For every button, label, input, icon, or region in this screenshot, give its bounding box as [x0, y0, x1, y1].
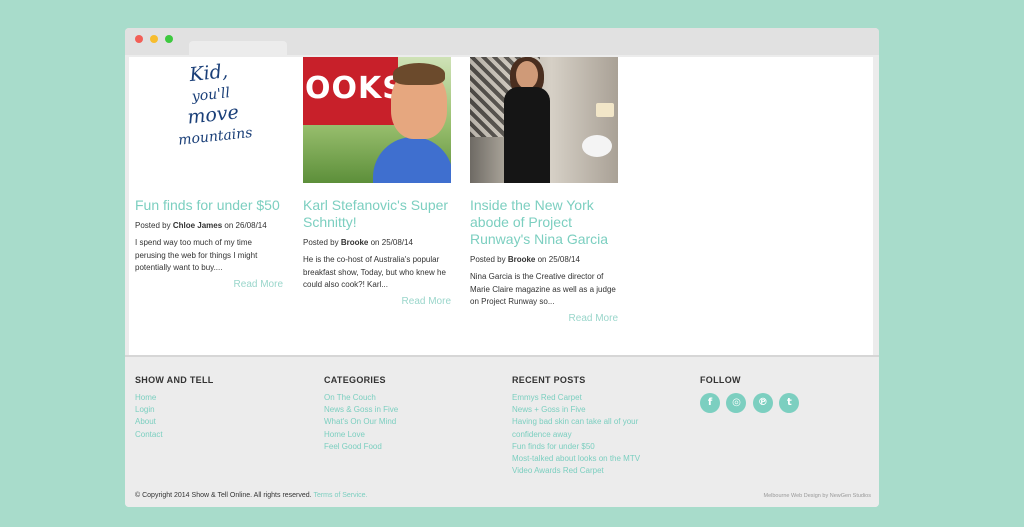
read-more-link[interactable]: Read More: [135, 279, 283, 290]
posted-by-label: Posted by: [135, 221, 171, 230]
footer-heading: SHOW AND TELL: [135, 375, 214, 385]
post-author: Brooke: [507, 255, 536, 264]
thumbnail-figure-body: [504, 87, 550, 183]
date-prefix: on: [224, 221, 234, 230]
category-link[interactable]: Feel Good Food: [324, 441, 398, 453]
footer-column-show-and-tell: SHOW AND TELL Home Login About Contact: [135, 375, 214, 441]
post-date: 26/08/14: [235, 221, 267, 230]
post-thumbnail-banner: OOKS: [303, 57, 404, 125]
post-card: Kid, you'll move mountains Fun finds for un…: [135, 57, 285, 290]
close-window-button[interactable]: [135, 35, 143, 43]
category-link[interactable]: What's On Our Mind: [324, 416, 398, 428]
date-prefix: on: [537, 255, 547, 264]
copyright-label: © Copyright 2014 Show & Tell Online. All…: [135, 492, 312, 499]
recent-post-link[interactable]: Most-talked about looks on the MTV: [512, 453, 640, 465]
footer-column-categories: CATEGORIES On The Couch News & Goss in F…: [324, 375, 398, 453]
category-link[interactable]: Home Love: [324, 429, 398, 441]
footer-link-contact[interactable]: Contact: [135, 429, 214, 441]
instagram-icon[interactable]: ◎: [726, 393, 747, 413]
footer-column-recent-posts: RECENT POSTS Emmys Red Carpet News + Gos…: [512, 375, 640, 477]
post-thumbnail-art: Kid, you'll move mountains: [177, 60, 254, 149]
recent-post-link[interactable]: Having bad skin can take all of your: [512, 416, 640, 428]
post-thumbnail[interactable]: [470, 57, 618, 183]
browser-window: Kid, you'll move mountains Fun finds for un…: [125, 28, 879, 507]
site-footer: SHOW AND TELL Home Login About Contact C…: [125, 355, 879, 507]
post-title-link[interactable]: Inside the New York abode of Project Run…: [470, 197, 620, 248]
terms-of-service-link[interactable]: Terms of Service.: [313, 492, 367, 499]
post-meta: Posted by Chloe James on 26/08/14: [135, 221, 285, 230]
post-meta: Posted by Brooke on 25/08/14: [470, 255, 620, 264]
footer-column-follow: FOLLOW f ◎ ℗ t: [700, 375, 801, 413]
category-link[interactable]: News & Goss in Five: [324, 404, 398, 416]
posted-by-label: Posted by: [303, 238, 339, 247]
read-more-link[interactable]: Read More: [303, 296, 451, 307]
post-title-link[interactable]: Karl Stefanovic's Super Schnitty!: [303, 197, 453, 231]
posted-by-label: Posted by: [470, 255, 506, 264]
post-excerpt: I spend way too much of my time perusing…: [135, 238, 258, 272]
thumbnail-lamp: [596, 103, 614, 117]
footer-heading: RECENT POSTS: [512, 375, 586, 385]
post-excerpt: He is the co-host of Australia's popular…: [303, 255, 446, 289]
social-icons: f ◎ ℗ t: [700, 392, 801, 413]
category-link[interactable]: On The Couch: [324, 392, 398, 404]
recent-post-link[interactable]: Fun finds for under $50: [512, 441, 640, 453]
post-thumbnail[interactable]: Kid, you'll move mountains: [135, 57, 283, 183]
footer-link-about[interactable]: About: [135, 416, 214, 428]
thumbnail-banner-text: OOKS: [305, 71, 405, 106]
twitter-icon[interactable]: t: [779, 393, 800, 413]
post-date: 25/08/14: [381, 238, 413, 247]
blog-posts-area: Kid, you'll move mountains Fun finds for un…: [129, 57, 873, 355]
read-more-link[interactable]: Read More: [470, 313, 618, 324]
post-excerpt: Nina Garcia is the Creative director of …: [470, 272, 616, 306]
recent-post-link[interactable]: News + Goss in Five: [512, 404, 640, 416]
maximize-window-button[interactable]: [165, 35, 173, 43]
minimize-window-button[interactable]: [150, 35, 158, 43]
post-author: Chloe James: [172, 221, 223, 230]
recent-post-link[interactable]: confidence away: [512, 429, 640, 441]
thumbnail-flowers: [582, 135, 612, 157]
post-card: Inside the New York abode of Project Run…: [470, 57, 620, 324]
post-date: 25/08/14: [548, 255, 580, 264]
thumbnail-figure-face: [516, 61, 538, 89]
post-title-link[interactable]: Fun finds for under $50: [135, 197, 285, 214]
recent-post-link[interactable]: Video Awards Red Carpet: [512, 465, 640, 477]
design-credit-link[interactable]: Melbourne Web Design by NewGen Studios: [763, 493, 871, 499]
footer-link-login[interactable]: Login: [135, 404, 214, 416]
footer-heading: FOLLOW: [700, 375, 741, 385]
facebook-icon[interactable]: f: [700, 393, 720, 413]
recent-post-link[interactable]: Emmys Red Carpet: [512, 392, 640, 404]
thumbnail-figure-hair: [393, 63, 445, 85]
footer-heading: CATEGORIES: [324, 375, 386, 385]
footer-link-home[interactable]: Home: [135, 392, 214, 404]
post-author: Brooke: [340, 238, 369, 247]
post-card: OOKS Karl Stefanovic's Super Schnitty! P…: [303, 57, 453, 307]
thumbnail-figure-shirt: [373, 137, 451, 183]
copyright-text: © Copyright 2014 Show & Tell Online. All…: [135, 492, 368, 499]
post-meta: Posted by Brooke on 25/08/14: [303, 238, 453, 247]
date-prefix: on: [370, 238, 380, 247]
browser-tab[interactable]: [189, 41, 287, 57]
browser-chrome: [125, 28, 879, 57]
post-thumbnail[interactable]: OOKS: [303, 57, 451, 183]
pinterest-icon[interactable]: ℗: [752, 393, 773, 413]
